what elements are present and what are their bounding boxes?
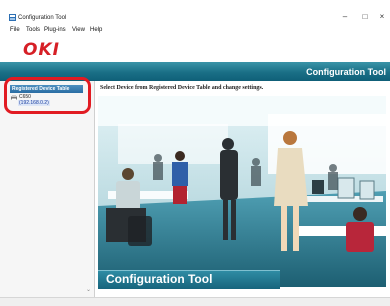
banner-title: Configuration Tool: [306, 67, 386, 77]
highlight-box: [4, 77, 91, 114]
maximize-button[interactable]: □: [356, 11, 374, 23]
menu-file[interactable]: File: [10, 25, 20, 35]
hero-title: Configuration Tool: [106, 272, 213, 286]
menu-help[interactable]: Help: [90, 25, 102, 35]
menu-plugins[interactable]: Plug-ins: [44, 25, 66, 35]
oki-logo: OKI: [23, 40, 60, 60]
menu-bar: File Tools Plug-ins View Help: [0, 25, 390, 35]
minimize-button[interactable]: –: [336, 11, 354, 23]
scroll-down-icon[interactable]: ⌄: [86, 286, 91, 293]
app-icon: [9, 14, 16, 21]
close-button[interactable]: ×: [373, 11, 390, 23]
window-title: Configuration Tool: [18, 15, 67, 21]
hero-image: [98, 96, 386, 287]
menu-tools[interactable]: Tools: [26, 25, 40, 35]
menu-view[interactable]: View: [72, 25, 85, 35]
instruction-text: Select Device from Registered Device Tab…: [100, 85, 264, 91]
